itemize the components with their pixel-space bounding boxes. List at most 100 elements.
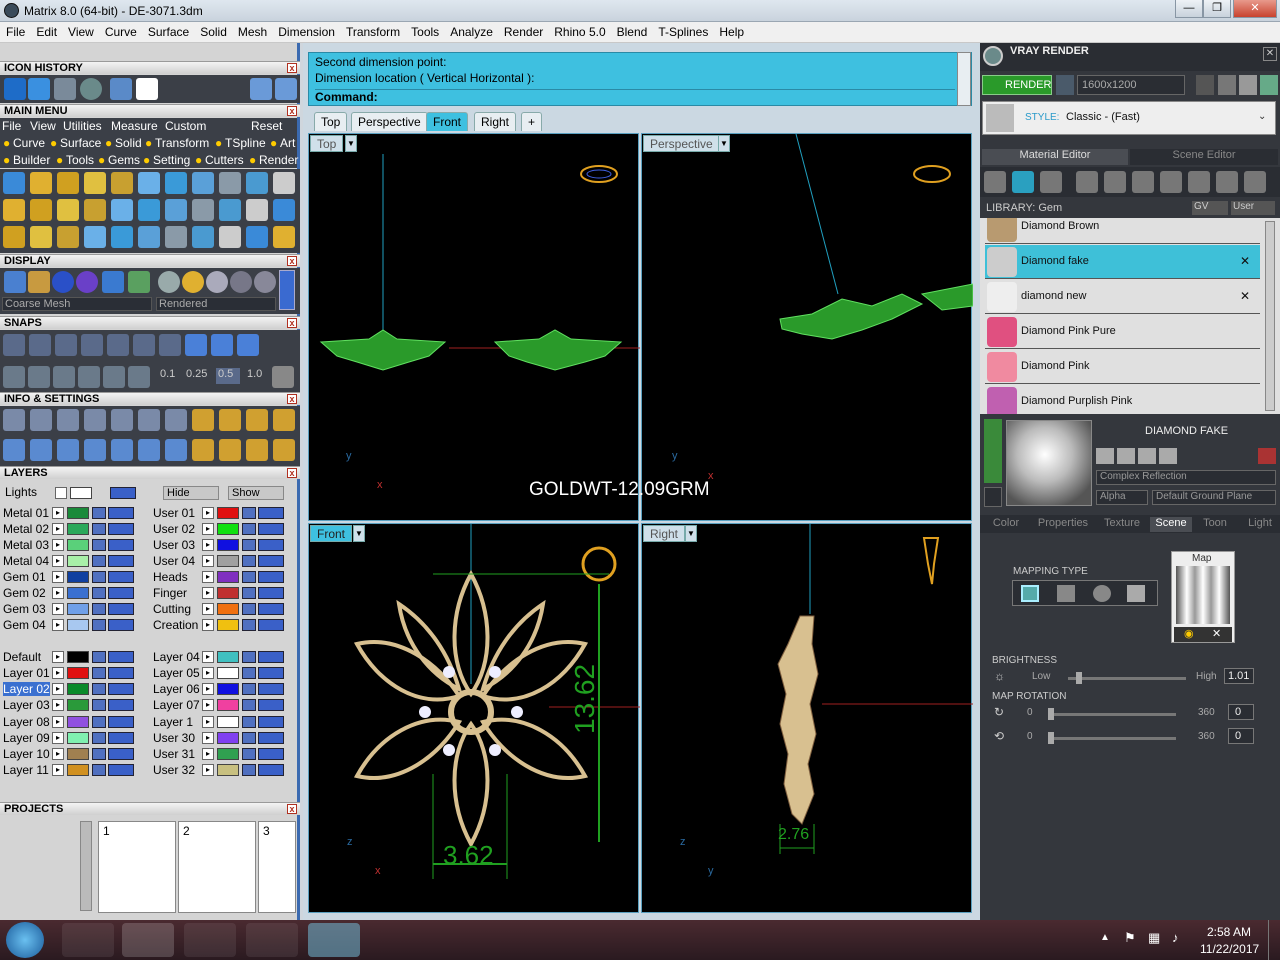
layer-color-swatch[interactable] xyxy=(217,764,239,776)
visibility-toggle[interactable] xyxy=(258,587,284,599)
loft-icon[interactable] xyxy=(3,226,25,248)
snap-option-icon[interactable] xyxy=(103,366,125,388)
lock-icon[interactable] xyxy=(242,571,256,583)
snap-tool-icon[interactable] xyxy=(3,334,25,356)
cat-curve[interactable]: Curve xyxy=(13,136,45,150)
layer-row[interactable]: User 02 ▸ xyxy=(150,522,288,536)
tray-arrow-icon[interactable]: ▲ xyxy=(1100,932,1110,943)
menu-edit[interactable]: Edit xyxy=(30,22,62,39)
layer-row[interactable]: Layer 04 ▸ xyxy=(150,650,288,664)
info-tool-icon[interactable] xyxy=(165,409,187,431)
remove-material-icon[interactable]: ✕ xyxy=(1240,254,1250,268)
grid-icon[interactable] xyxy=(1132,171,1154,193)
metal-sphere-icon[interactable] xyxy=(158,271,180,293)
snap-option-icon[interactable] xyxy=(3,366,25,388)
lock-icon[interactable] xyxy=(92,748,106,760)
render-settings-icon[interactable] xyxy=(1056,75,1074,95)
expand-icon[interactable]: ▸ xyxy=(202,587,214,599)
rotation-slider-thumb[interactable] xyxy=(1048,708,1054,720)
visibility-toggle[interactable] xyxy=(258,683,284,695)
snap-value-2[interactable]: 0.25 xyxy=(186,368,214,384)
layer-color-swatch[interactable] xyxy=(67,539,89,551)
expand-icon[interactable]: ▸ xyxy=(202,764,214,776)
menu-analyze[interactable]: Analyze xyxy=(444,22,498,39)
tab-scene-editor[interactable]: Scene Editor xyxy=(1130,149,1278,165)
layer-color-swatch[interactable] xyxy=(217,619,239,631)
layer-color-swatch[interactable] xyxy=(217,699,239,711)
layer-row[interactable]: User 32 ▸ xyxy=(150,763,288,777)
expand-icon[interactable]: ▸ xyxy=(52,603,64,615)
volume-icon[interactable]: ♪ xyxy=(1172,930,1179,945)
visibility-toggle[interactable] xyxy=(258,507,284,519)
collapse-preview-arrow[interactable] xyxy=(984,419,1002,483)
info-tool-icon[interactable] xyxy=(273,409,295,431)
remove-icon[interactable]: ✕ xyxy=(1212,627,1221,640)
visibility-toggle[interactable] xyxy=(258,699,284,711)
material-sphere-icon[interactable] xyxy=(76,271,98,293)
main-menu-custom[interactable]: Custom xyxy=(165,119,206,133)
lock-icon[interactable] xyxy=(242,603,256,615)
dark-sphere-icon[interactable] xyxy=(230,271,252,293)
gv-toggle[interactable]: GV xyxy=(1192,201,1228,215)
tab-perspective[interactable]: Perspective xyxy=(351,112,428,131)
layer-color-swatch[interactable] xyxy=(67,699,89,711)
layer-row[interactable]: Cutting ▸ xyxy=(150,602,288,616)
close-icon[interactable]: x xyxy=(287,63,297,73)
rotation-slider[interactable] xyxy=(1048,713,1176,716)
layer-color-swatch[interactable] xyxy=(67,619,89,631)
gem-tool-icon[interactable] xyxy=(57,199,79,221)
project-slot-3[interactable]: 3 xyxy=(258,821,296,913)
visibility-toggle[interactable] xyxy=(108,619,134,631)
cutter-tool-icon[interactable] xyxy=(246,199,268,221)
lock-icon[interactable] xyxy=(242,507,256,519)
visibility-toggle[interactable] xyxy=(258,539,284,551)
lock-icon[interactable] xyxy=(92,683,106,695)
lock-icon[interactable] xyxy=(92,539,106,551)
visibility-toggle[interactable] xyxy=(108,764,134,776)
layer-row[interactable]: Layer 1 ▸ xyxy=(150,715,288,729)
expand-icon[interactable]: ▸ xyxy=(52,699,64,711)
info-tool-icon[interactable] xyxy=(57,439,79,461)
visibility-toggle[interactable] xyxy=(108,748,134,760)
reflection-select[interactable]: Complex Reflection xyxy=(1096,470,1276,485)
cutter-tool-icon[interactable] xyxy=(246,172,268,194)
command-prompt[interactable]: Command: xyxy=(315,89,955,104)
cat-render[interactable]: Render xyxy=(259,153,298,167)
expand-icon[interactable]: ▸ xyxy=(202,699,214,711)
subtab-scene[interactable]: Scene xyxy=(1150,517,1192,532)
diamond-sphere-icon[interactable] xyxy=(206,271,228,293)
menu-curve[interactable]: Curve xyxy=(99,22,142,39)
layer-color-swatch[interactable] xyxy=(217,732,239,744)
menu-file[interactable]: File xyxy=(0,22,30,39)
reset-button[interactable]: Reset xyxy=(251,119,282,133)
visibility-toggle[interactable] xyxy=(108,732,134,744)
prong-tool-icon[interactable] xyxy=(84,172,106,194)
show-desktop-button[interactable] xyxy=(1268,920,1280,960)
visibility-toggle[interactable] xyxy=(258,555,284,567)
layer-color-swatch[interactable] xyxy=(217,716,239,728)
cat-transform[interactable]: Transform xyxy=(155,136,209,150)
layer-color-swatch[interactable] xyxy=(67,748,89,760)
material-item[interactable]: Diamond Brown xyxy=(985,218,1260,244)
maximize-button[interactable]: ❐ xyxy=(1203,0,1231,18)
display-mode-icon[interactable] xyxy=(102,271,124,293)
lock-icon[interactable] xyxy=(242,619,256,631)
visibility-toggle[interactable] xyxy=(258,603,284,615)
info-tool-icon[interactable] xyxy=(111,439,133,461)
menu-transform[interactable]: Transform xyxy=(340,22,405,39)
alpha-toggle[interactable]: Alpha xyxy=(1096,490,1148,505)
layer-color-swatch[interactable] xyxy=(217,683,239,695)
info-tool-icon[interactable] xyxy=(84,409,106,431)
info-tool-icon[interactable] xyxy=(219,409,241,431)
layer-row[interactable]: Gem 01 ▸ xyxy=(0,570,138,584)
layer-row[interactable]: Layer 07 ▸ xyxy=(150,698,288,712)
loft-icon[interactable] xyxy=(3,172,25,194)
layer-color-swatch[interactable] xyxy=(67,764,89,776)
lock-icon[interactable] xyxy=(242,539,256,551)
viewport-front[interactable]: Front ▼ 13.62 3.62 z x xyxy=(308,523,640,913)
layer-row[interactable]: Layer 02 ▸ xyxy=(0,682,138,696)
lock-icon[interactable] xyxy=(92,764,106,776)
viewport-perspective[interactable]: Perspective ▼ y x xyxy=(641,133,973,521)
info-tool-icon[interactable] xyxy=(84,439,106,461)
layer-color-swatch[interactable] xyxy=(67,732,89,744)
